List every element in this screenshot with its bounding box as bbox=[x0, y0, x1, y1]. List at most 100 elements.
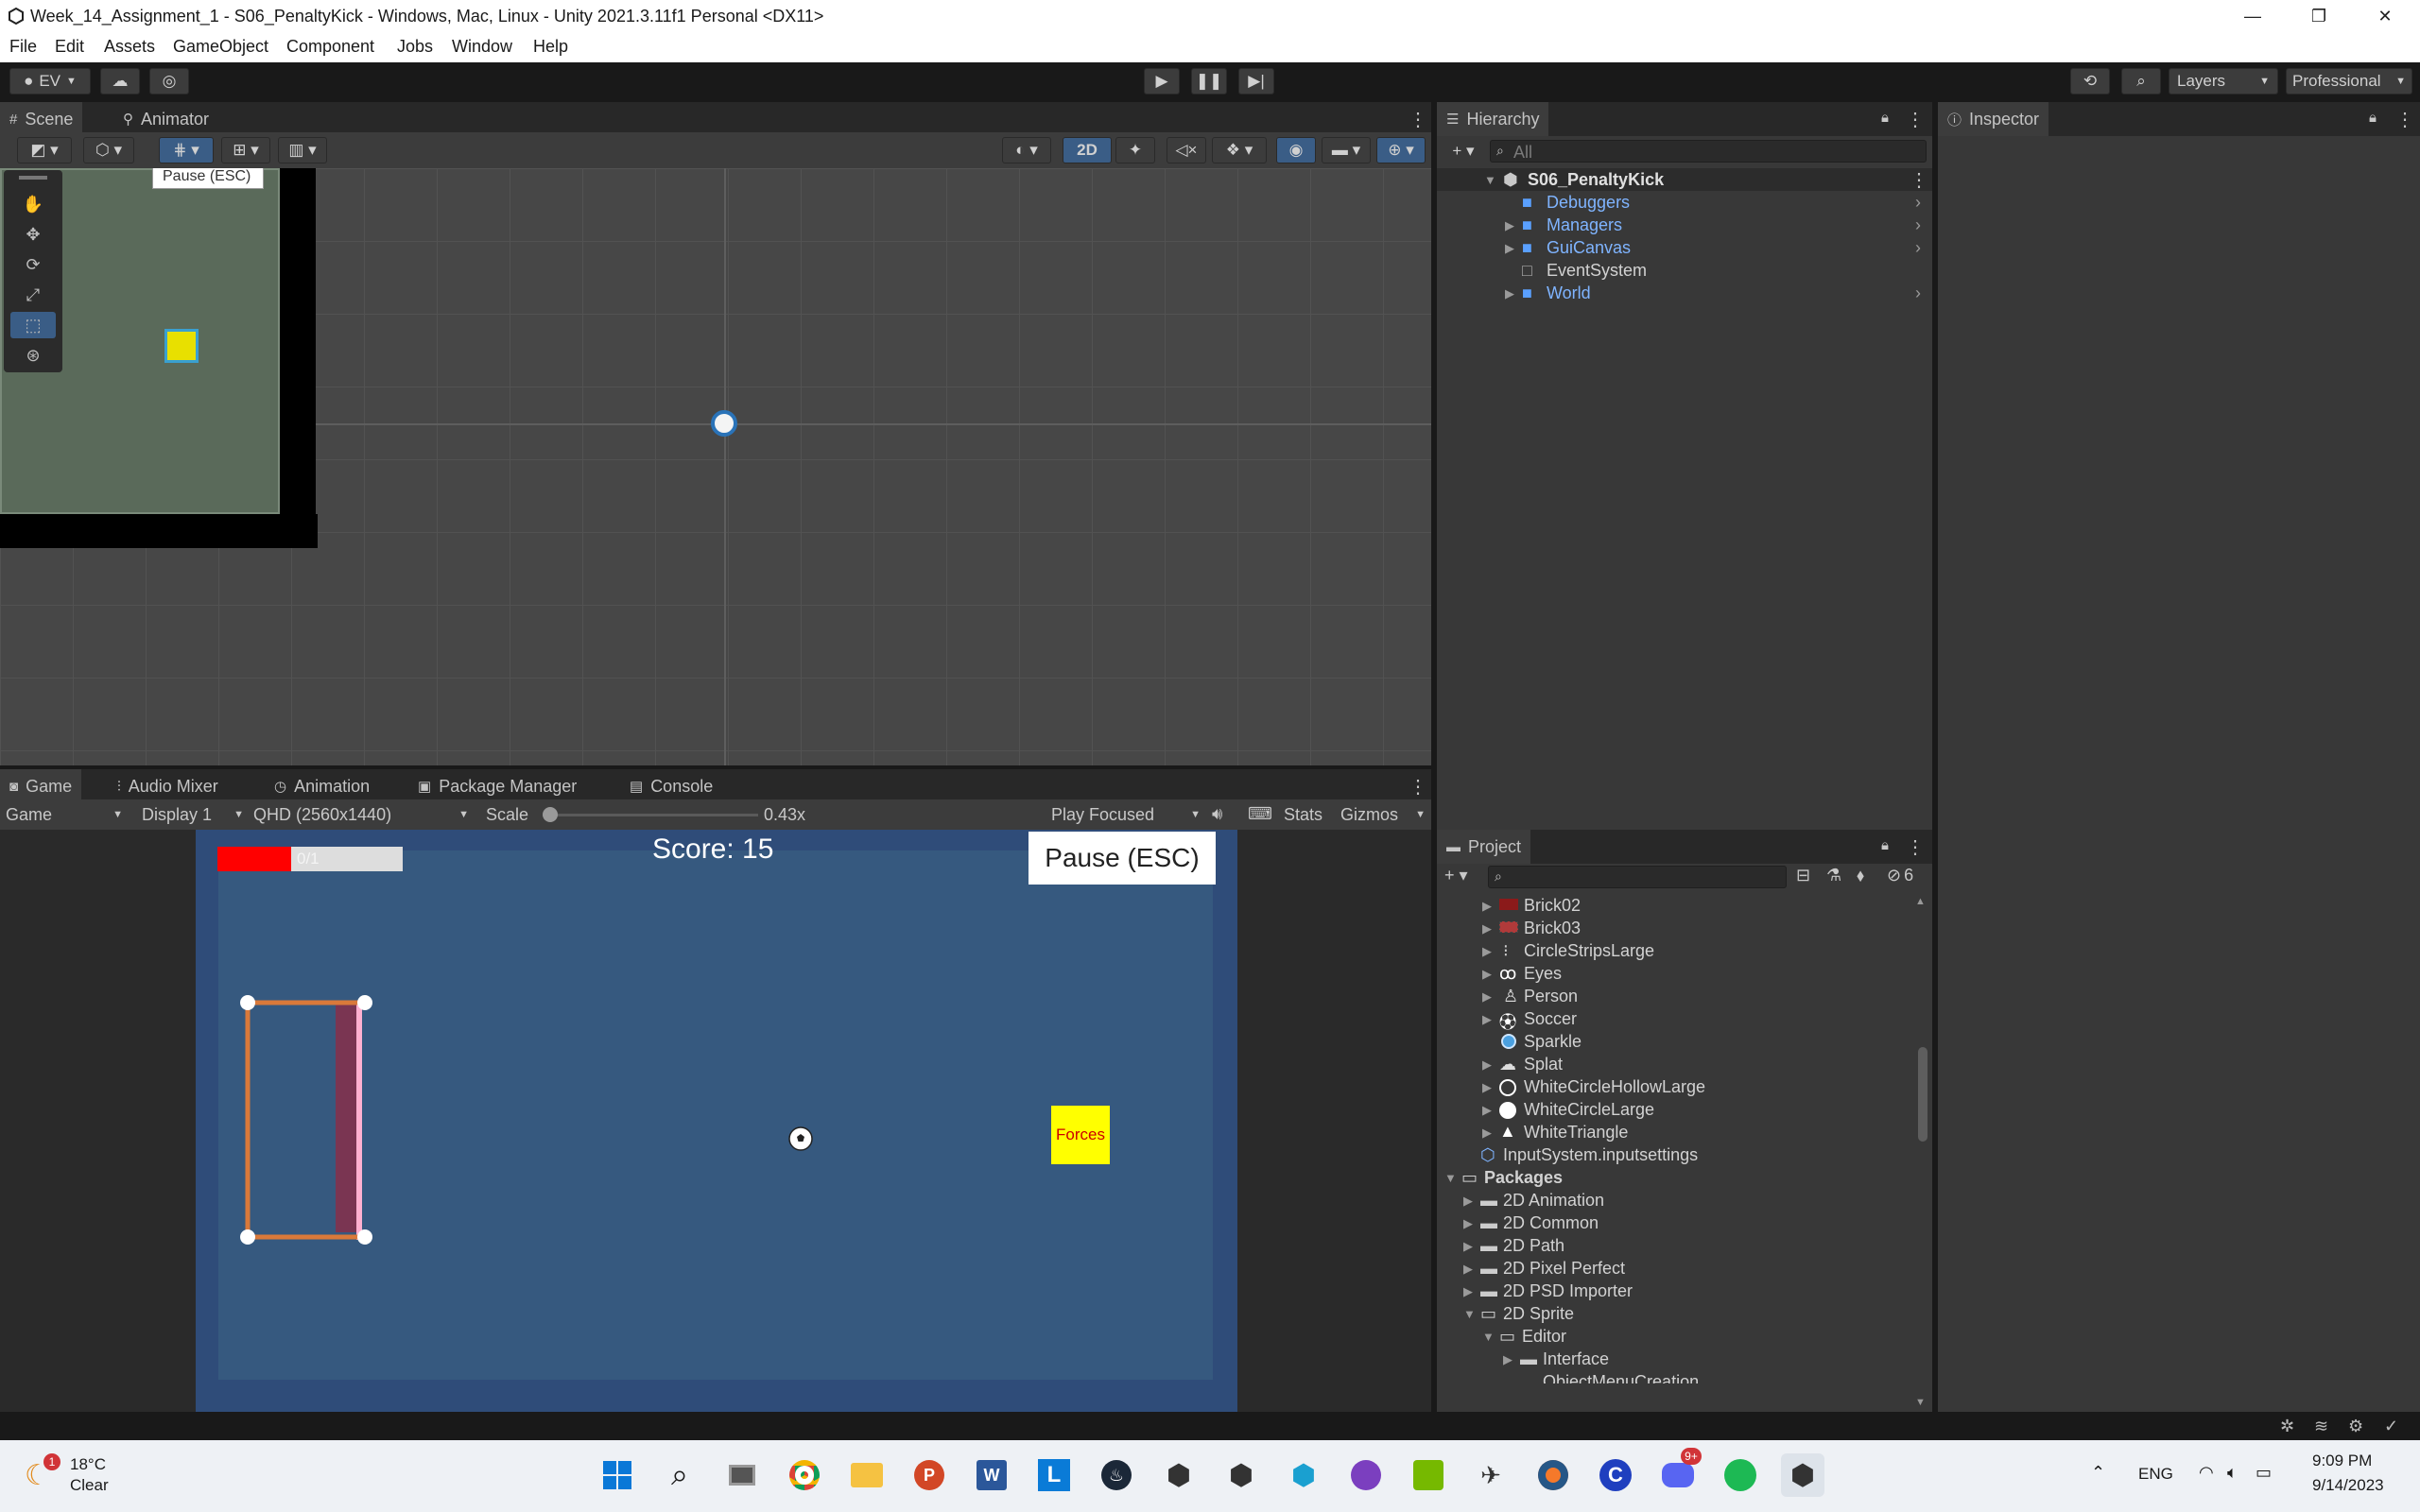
goal-handle[interactable] bbox=[357, 1229, 372, 1245]
collab-button[interactable]: ◎ bbox=[149, 68, 189, 94]
project-row[interactable]: ▼ ▭ Editor bbox=[1437, 1325, 1910, 1348]
powerpoint-button[interactable]: P bbox=[908, 1453, 951, 1497]
project-row[interactable]: ⬡ InputSystem.inputsettings bbox=[1437, 1143, 1910, 1166]
clock-time[interactable]: 9:09 PM bbox=[2312, 1452, 2372, 1470]
battery-icon[interactable]: ▭ bbox=[2256, 1463, 2272, 1483]
scale-tool-button[interactable]: ⤢ bbox=[10, 282, 56, 308]
scale-slider[interactable] bbox=[543, 805, 758, 824]
effects-dropdown[interactable]: ❖ ▾ bbox=[1212, 137, 1267, 163]
grid-snap-dropdown[interactable]: ⊞ ▾ bbox=[221, 137, 270, 163]
camera-dropdown[interactable]: ▬ ▾ bbox=[1322, 137, 1371, 163]
display-dropdown[interactable]: Display 1 ▼ bbox=[142, 803, 244, 826]
menu-assets[interactable]: Assets bbox=[104, 37, 155, 57]
more-options-icon[interactable]: ⋮ bbox=[1906, 835, 1925, 859]
rect-tool-button[interactable]: ⬚ bbox=[10, 312, 56, 338]
lighting-toggle[interactable]: ✦ bbox=[1115, 137, 1155, 163]
expand-arrow-icon[interactable]: ▼ bbox=[1463, 1307, 1476, 1321]
chevron-right-icon[interactable]: › bbox=[1915, 215, 1921, 235]
game-app-button[interactable]: ✈ bbox=[1469, 1453, 1512, 1497]
hidden-packages-toggle[interactable]: ⊘ 6 bbox=[1887, 866, 1913, 885]
word-button[interactable]: W bbox=[970, 1453, 1013, 1497]
hierarchy-item[interactable]: ▶ ■ GuiCanvas › bbox=[1437, 236, 1932, 259]
project-row[interactable]: ▶ WhiteCircleLarge bbox=[1437, 1098, 1910, 1121]
project-row[interactable]: ▶ ▬ 2D Pixel Perfect bbox=[1437, 1257, 1910, 1280]
more-options-icon[interactable]: ⋮ bbox=[1906, 108, 1925, 131]
tab-package-manager[interactable]: ▣ Package Manager bbox=[408, 769, 586, 803]
menu-gameobject[interactable]: GameObject bbox=[173, 37, 268, 57]
camera-gizmo-icon[interactable] bbox=[711, 410, 737, 437]
project-row[interactable]: ▶ ☁ Splat bbox=[1437, 1053, 1910, 1075]
chevron-up-icon[interactable]: ⌃ bbox=[2091, 1463, 2105, 1483]
lock-icon[interactable]: 🔒︎ bbox=[2369, 110, 2377, 126]
tab-console[interactable]: ▤ Console bbox=[620, 769, 722, 803]
step-button[interactable]: ▶| bbox=[1238, 68, 1274, 94]
tab-inspector[interactable]: ⓘ Inspector bbox=[1938, 102, 2049, 136]
project-row[interactable]: ▼ ▭ Packages bbox=[1437, 1166, 1910, 1189]
hierarchy-search-input[interactable]: ⌕ All bbox=[1490, 140, 1927, 163]
l-app-button[interactable]: L bbox=[1032, 1453, 1076, 1497]
gizmos-dropdown[interactable]: Gizmos ▼ bbox=[1340, 803, 1426, 826]
layers-status-icon[interactable]: ≋ bbox=[2314, 1417, 2328, 1436]
project-row[interactable]: ▶ Brick02 bbox=[1437, 894, 1910, 917]
project-row[interactable]: ▶ ▲ WhiteTriangle bbox=[1437, 1121, 1910, 1143]
stats-button[interactable]: Stats bbox=[1284, 805, 1322, 825]
project-row[interactable]: ▶ Brick03 bbox=[1437, 917, 1910, 939]
project-row[interactable]: ▶ ▬ 2D Common bbox=[1437, 1211, 1910, 1234]
speaker-icon[interactable]: 🔊︎ bbox=[1212, 804, 1222, 824]
project-scrollbar-thumb[interactable] bbox=[1918, 1047, 1927, 1142]
menu-component[interactable]: Component bbox=[286, 37, 374, 57]
add-object-button[interactable]: + ▾ bbox=[1444, 140, 1482, 163]
debug-icon[interactable]: ⚙ bbox=[2348, 1417, 2363, 1436]
menu-help[interactable]: Help bbox=[533, 37, 568, 57]
play-button[interactable]: ▶ bbox=[1144, 68, 1180, 94]
project-row[interactable]: ObjectMenuCreation bbox=[1437, 1370, 1910, 1383]
search-by-type-icon[interactable]: ⊟ bbox=[1796, 866, 1810, 885]
scene-viewport[interactable]: Pause (ESC) bbox=[0, 168, 1431, 765]
expand-arrow-icon[interactable]: ▶ bbox=[1463, 1216, 1473, 1231]
draw-mode-dropdown[interactable]: ◩ ▾ bbox=[17, 137, 72, 163]
volume-icon[interactable]: 🔈︎ bbox=[2227, 1463, 2238, 1483]
pause-button[interactable]: ❚❚ bbox=[1191, 68, 1227, 94]
expand-arrow-icon[interactable]: ▶ bbox=[1505, 286, 1514, 301]
increment-snap-dropdown[interactable]: ▥ ▾ bbox=[278, 137, 327, 163]
expand-arrow-icon[interactable]: ▼ bbox=[1482, 1330, 1495, 1344]
history-button[interactable]: ⟲ bbox=[2070, 68, 2110, 94]
tab-game[interactable]: ◙ Game bbox=[0, 769, 82, 803]
hand-tool-button[interactable]: ✋ bbox=[10, 191, 56, 217]
expand-arrow-icon[interactable]: ▶ bbox=[1503, 1352, 1512, 1367]
search-taskbar-button[interactable]: ⌕ bbox=[658, 1453, 701, 1497]
move-tool-button[interactable]: ✥ bbox=[10, 221, 56, 248]
chevron-right-icon[interactable]: › bbox=[1915, 193, 1921, 213]
menu-window[interactable]: Window bbox=[452, 37, 512, 57]
expand-arrow-icon[interactable]: ▶ bbox=[1482, 944, 1492, 959]
expand-arrow-icon[interactable]: ▶ bbox=[1463, 1262, 1473, 1277]
project-row[interactable]: ▶ ꝏ Eyes bbox=[1437, 962, 1910, 985]
expand-arrow-icon[interactable]: ▼ bbox=[1444, 1171, 1457, 1185]
close-button[interactable]: ✕ bbox=[2352, 0, 2418, 32]
project-scrollbar[interactable]: ▲ ▼ bbox=[1915, 896, 1928, 1412]
label-icon[interactable]: ⬧ bbox=[1857, 866, 1864, 885]
chrome-button[interactable] bbox=[783, 1453, 826, 1497]
goal-handle[interactable] bbox=[240, 1229, 255, 1245]
scroll-down-icon[interactable]: ▼ bbox=[1915, 1397, 1926, 1408]
lock-icon[interactable]: 🔒︎ bbox=[1881, 110, 1889, 126]
expand-arrow-icon[interactable]: ▶ bbox=[1482, 1103, 1492, 1118]
expand-arrow-icon[interactable]: ▶ bbox=[1505, 241, 1514, 256]
project-search-input[interactable]: ⌕ bbox=[1488, 866, 1787, 888]
github-button[interactable] bbox=[1344, 1453, 1388, 1497]
more-options-icon[interactable]: ⋮ bbox=[2395, 108, 2414, 131]
more-options-icon[interactable]: ⋮ bbox=[1409, 108, 1427, 131]
expand-arrow-icon[interactable]: ▶ bbox=[1482, 1080, 1492, 1095]
tab-animation[interactable]: ◷ Animation bbox=[265, 769, 379, 803]
expand-arrow-icon[interactable]: ▶ bbox=[1482, 1012, 1492, 1027]
discord-button[interactable]: 9+ bbox=[1656, 1448, 1702, 1497]
expand-arrow-icon[interactable]: ▶ bbox=[1482, 1125, 1492, 1141]
account-dropdown[interactable]: ● EV ▼ bbox=[9, 68, 91, 94]
2d-mode-toggle[interactable]: 2D bbox=[1063, 137, 1112, 163]
tab-scene[interactable]: # Scene bbox=[0, 102, 83, 136]
weather-widget[interactable]: ☾ 1 18°C Clear bbox=[25, 1453, 176, 1501]
scroll-up-icon[interactable]: ▲ bbox=[1915, 896, 1926, 907]
expand-arrow-icon[interactable]: ▶ bbox=[1482, 989, 1492, 1005]
layers-dropdown[interactable]: Layers ▼ bbox=[2169, 68, 2278, 94]
project-row[interactable]: ▼ ▭ 2D Sprite bbox=[1437, 1302, 1910, 1325]
